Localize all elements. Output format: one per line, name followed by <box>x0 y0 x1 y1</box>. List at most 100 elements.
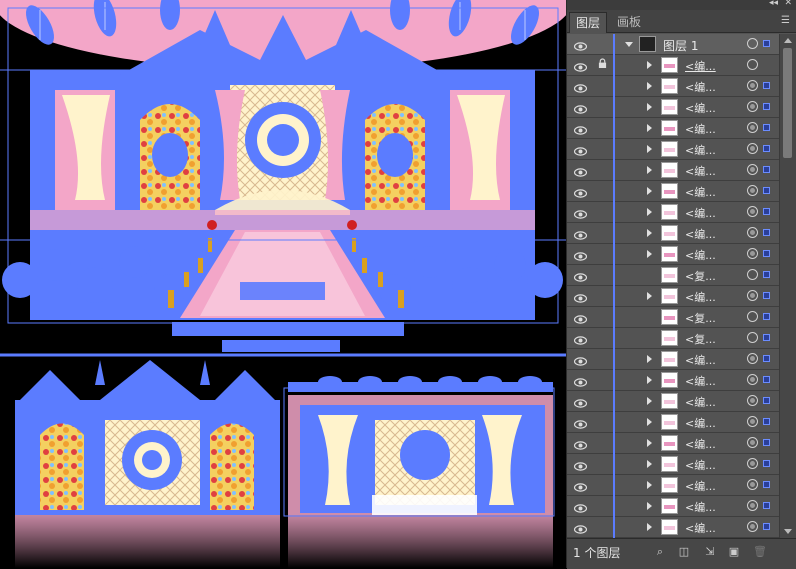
expand-arrow-icon[interactable] <box>647 61 652 69</box>
target-circle-icon[interactable] <box>747 332 758 343</box>
sublayer-name[interactable]: <编... <box>685 79 716 95</box>
selection-square-icon[interactable] <box>763 229 770 236</box>
sublayer-name[interactable]: <编... <box>685 163 716 179</box>
layer-row[interactable]: <编... <box>567 181 779 202</box>
selection-square-icon[interactable] <box>763 523 770 530</box>
lock-toggle-cell[interactable] <box>595 247 609 261</box>
layer-row[interactable]: <编... <box>567 160 779 181</box>
sublayer-name[interactable]: <复... <box>685 310 716 326</box>
scroll-up-icon[interactable] <box>784 38 792 43</box>
scroll-thumb[interactable] <box>783 48 792 158</box>
expand-arrow-icon[interactable] <box>647 397 652 405</box>
visibility-eye-icon[interactable] <box>573 332 588 345</box>
sublayer-name[interactable]: <编... <box>685 58 716 74</box>
target-circle-icon[interactable] <box>747 395 758 406</box>
target-circle-icon[interactable] <box>747 227 758 238</box>
layer-row[interactable]: <复... <box>567 328 779 349</box>
sublayer-name[interactable]: <编... <box>685 415 716 431</box>
scroll-down-icon[interactable] <box>784 529 792 534</box>
layer-row[interactable]: <复... <box>567 265 779 286</box>
target-circle-icon[interactable] <box>747 500 758 511</box>
expand-arrow-icon[interactable] <box>647 355 652 363</box>
target-circle-icon[interactable] <box>747 269 758 280</box>
visibility-eye-icon[interactable] <box>573 374 588 387</box>
selection-square-icon[interactable] <box>763 124 770 131</box>
layer-row-top[interactable]: 图层 1 <box>567 34 779 55</box>
lock-toggle-cell[interactable] <box>595 499 609 513</box>
expand-arrow-icon[interactable] <box>647 292 652 300</box>
target-circle-icon[interactable] <box>747 80 758 91</box>
lock-icon[interactable] <box>595 58 609 72</box>
tab-artboards[interactable]: 画板 <box>611 12 647 32</box>
selection-square-icon[interactable] <box>763 397 770 404</box>
layer-row[interactable]: <编... <box>567 370 779 391</box>
sublayer-name[interactable]: <编... <box>685 226 716 242</box>
selection-square-icon[interactable] <box>763 376 770 383</box>
lock-toggle-cell[interactable] <box>595 268 609 282</box>
expand-arrow-icon[interactable] <box>647 145 652 153</box>
selection-square-icon[interactable] <box>763 481 770 488</box>
layer-row[interactable]: <编... <box>567 223 779 244</box>
selection-square-icon[interactable] <box>763 145 770 152</box>
target-circle-icon[interactable] <box>747 38 758 49</box>
selection-square-icon[interactable] <box>763 292 770 299</box>
make-clipping-mask-icon[interactable]: ◫ <box>677 545 691 559</box>
selection-square-icon[interactable] <box>763 187 770 194</box>
target-circle-icon[interactable] <box>747 122 758 133</box>
expand-arrow-icon[interactable] <box>647 82 652 90</box>
visibility-eye-icon[interactable] <box>573 521 588 534</box>
lock-toggle-cell[interactable] <box>595 100 609 114</box>
target-circle-icon[interactable] <box>747 416 758 427</box>
visibility-eye-icon[interactable] <box>573 290 588 303</box>
layer-row[interactable]: <编... <box>567 475 779 496</box>
target-circle-icon[interactable] <box>747 311 758 322</box>
sublayer-name[interactable]: <编... <box>685 247 716 263</box>
lock-toggle-cell[interactable] <box>595 520 609 534</box>
selection-square-icon[interactable] <box>763 271 770 278</box>
visibility-eye-icon[interactable] <box>573 206 588 219</box>
expand-arrow-icon[interactable] <box>647 187 652 195</box>
visibility-eye-icon[interactable] <box>573 164 588 177</box>
expand-arrow-icon[interactable] <box>647 439 652 447</box>
sublayer-name[interactable]: <编... <box>685 121 716 137</box>
layer-row[interactable]: <编... <box>567 433 779 454</box>
sublayer-name[interactable]: <编... <box>685 373 716 389</box>
lock-toggle-cell[interactable] <box>595 184 609 198</box>
lock-toggle-cell[interactable] <box>595 121 609 135</box>
target-circle-icon[interactable] <box>747 164 758 175</box>
visibility-eye-icon[interactable] <box>573 248 588 261</box>
locate-object-icon[interactable]: ⌕ <box>653 545 667 559</box>
lock-toggle-cell[interactable] <box>595 373 609 387</box>
selection-square-icon[interactable] <box>763 166 770 173</box>
visibility-eye-icon[interactable] <box>573 101 588 114</box>
lock-toggle-cell[interactable] <box>595 226 609 240</box>
visibility-eye-icon[interactable] <box>573 38 588 51</box>
close-panel-button[interactable]: ✕ <box>784 0 792 8</box>
sublayer-name[interactable]: <编... <box>685 142 716 158</box>
target-circle-icon[interactable] <box>747 143 758 154</box>
layer-row[interactable]: <编... <box>567 202 779 223</box>
layer-name[interactable]: 图层 1 <box>663 37 698 54</box>
sublayer-name[interactable]: <编... <box>685 499 716 515</box>
selection-square-icon[interactable] <box>763 40 770 47</box>
lock-toggle-cell[interactable] <box>595 289 609 303</box>
layer-row[interactable]: <编... <box>567 55 779 76</box>
visibility-eye-icon[interactable] <box>573 80 588 93</box>
lock-toggle-cell[interactable] <box>595 415 609 429</box>
selection-square-icon[interactable] <box>763 208 770 215</box>
expand-arrow-icon[interactable] <box>647 166 652 174</box>
layer-row[interactable]: <编... <box>567 76 779 97</box>
sublayer-name[interactable]: <编... <box>685 184 716 200</box>
target-circle-icon[interactable] <box>747 458 758 469</box>
layers-scrollbar[interactable] <box>779 34 796 538</box>
visibility-eye-icon[interactable] <box>573 353 588 366</box>
sublayer-name[interactable]: <复... <box>685 331 716 347</box>
sublayer-name[interactable]: <编... <box>685 457 716 473</box>
lock-toggle-cell[interactable] <box>595 163 609 177</box>
tab-layers[interactable]: 图层 <box>569 12 608 33</box>
lock-toggle-cell[interactable] <box>595 394 609 408</box>
expand-arrow-icon[interactable] <box>647 460 652 468</box>
layer-row[interactable]: <编... <box>567 349 779 370</box>
visibility-eye-icon[interactable] <box>573 458 588 471</box>
layer-row[interactable]: <编... <box>567 139 779 160</box>
